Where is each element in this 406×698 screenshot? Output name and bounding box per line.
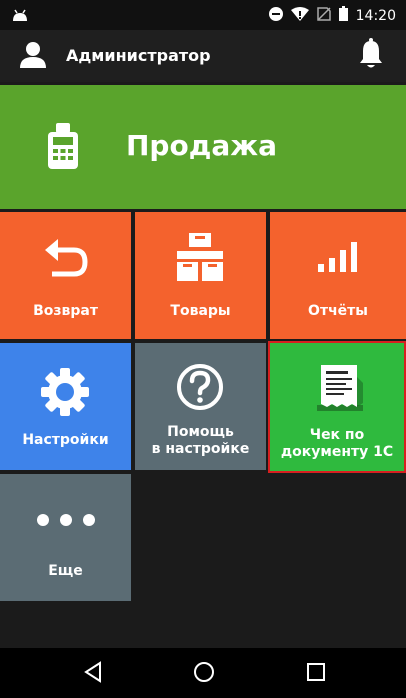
receipt-by-1c-tile[interactable]: Чек по документу 1С bbox=[268, 341, 406, 473]
reports-tile[interactable]: Отчёты bbox=[270, 212, 406, 339]
goods-tile[interactable]: Товары bbox=[135, 212, 266, 339]
boxes-icon bbox=[177, 233, 223, 285]
receipt-label-line2: документу 1С bbox=[280, 444, 394, 460]
settings-label: Настройки bbox=[22, 432, 109, 448]
help-label-line2: в настройке bbox=[151, 441, 250, 457]
no-sim-icon bbox=[316, 6, 331, 25]
return-tile[interactable]: Возврат bbox=[0, 212, 131, 339]
app-bar: Администратор bbox=[0, 30, 406, 82]
return-label: Возврат bbox=[33, 303, 98, 319]
reports-label: Отчёты bbox=[308, 303, 368, 319]
settings-tile[interactable]: Настройки bbox=[0, 343, 131, 470]
home-icon[interactable] bbox=[193, 661, 215, 687]
sale-tile[interactable]: Продажа bbox=[0, 85, 406, 209]
more-dots-icon bbox=[36, 512, 96, 531]
goods-label: Товары bbox=[170, 303, 231, 319]
sale-label: Продажа bbox=[126, 129, 277, 162]
more-tile[interactable]: Еще bbox=[0, 474, 131, 601]
more-label: Еще bbox=[48, 563, 83, 579]
help-tile[interactable]: Помощь в настройке bbox=[135, 343, 266, 470]
receipt-icon bbox=[317, 363, 363, 417]
bell-icon[interactable] bbox=[358, 38, 384, 74]
receipt-label-line1: Чек по bbox=[309, 427, 365, 443]
pos-terminal-icon bbox=[48, 123, 78, 173]
question-icon bbox=[176, 363, 224, 415]
help-label-line1: Помощь bbox=[167, 424, 234, 440]
wifi-icon bbox=[290, 6, 309, 25]
status-bar: 14:20 bbox=[0, 0, 406, 30]
android-icon bbox=[12, 7, 28, 26]
minus-circle-icon bbox=[268, 6, 283, 25]
user-name: Администратор bbox=[66, 46, 211, 65]
navigation-bar bbox=[0, 648, 406, 698]
recents-icon[interactable] bbox=[306, 661, 326, 687]
user-icon[interactable] bbox=[18, 40, 48, 74]
status-time: 14:20 bbox=[355, 7, 396, 24]
undo-arrow-icon bbox=[44, 238, 88, 282]
bar-chart-icon bbox=[318, 240, 358, 280]
gear-icon bbox=[41, 368, 89, 420]
back-icon[interactable] bbox=[83, 661, 103, 687]
battery-icon bbox=[338, 6, 348, 25]
